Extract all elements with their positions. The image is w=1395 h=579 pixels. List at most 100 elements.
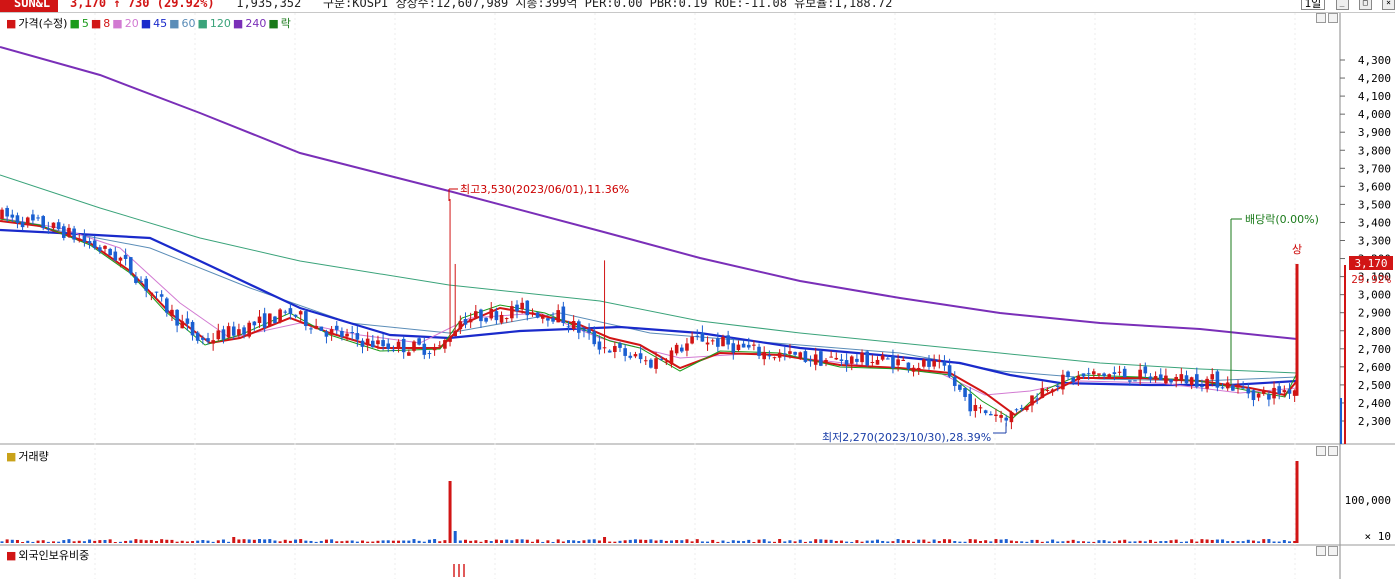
volume-bar [901,540,905,543]
volume-bar [1061,541,1065,543]
candle-body [927,359,931,367]
volume-bar [422,541,426,543]
candle-body [1045,389,1050,391]
candle-body [1195,374,1199,387]
period-selector[interactable]: 1일 [1300,0,1326,10]
candle-body [834,357,839,360]
stock-chart[interactable]: 4,300 4,200 4,100 4,000 3,900 3,800 3,700 3,600… [0,13,1395,579]
volume-bar [494,539,498,543]
volume-bar [1015,541,1019,543]
candle-body [510,306,514,319]
volume-bar [165,539,169,543]
candle-body [1019,407,1024,410]
y-tick-label: 4,200 [1358,72,1391,85]
legend-marker: ■ [6,17,17,30]
volume-bar [767,541,771,543]
volume-bar [155,541,158,543]
panel-close-icon[interactable] [1328,446,1338,456]
y-tick-label: 3,900 [1358,126,1391,139]
window-controls: 1일 _ □ × [1300,0,1395,11]
candle-body [489,308,494,319]
candle-body [515,304,519,312]
candle-body [525,300,530,316]
volume-bar [639,539,643,543]
restore-icon[interactable]: □ [1358,0,1372,10]
volume-bar [5,539,9,543]
candle-body [1241,387,1245,389]
volume-bar [1082,541,1085,543]
volume-bar [1148,539,1152,543]
volume-bar [57,541,61,543]
volume-bar [1195,541,1199,543]
volume-bar [391,540,395,543]
volume-bar [829,539,833,543]
candle-body [654,358,658,369]
volume-bar [778,539,782,543]
candle-body [1030,395,1034,406]
volume-bar [582,540,586,543]
candle-body [587,328,591,333]
candle-body [468,319,473,323]
candle-body [252,321,257,326]
candle-body [1102,373,1106,376]
candle-body [195,332,200,341]
volume-bar [500,540,504,543]
volume-bar [479,541,483,543]
panel-close-icon[interactable] [1328,546,1338,556]
volume-bar [1277,541,1281,543]
volume-bar [685,539,689,543]
volume-bar [706,541,710,543]
candle-body [1148,376,1153,380]
legend-marker: ■ [197,17,208,30]
minimize-icon[interactable]: _ [1335,0,1349,10]
candle-body [983,410,988,414]
volume-bar [258,539,261,543]
volume-bar [108,539,112,543]
volume-bar [865,540,869,543]
candle-body [448,338,452,342]
volume-bar [572,540,576,543]
candle-body [896,359,900,366]
candle-body [334,325,339,330]
candle-body [1267,394,1271,400]
candle-body [98,247,102,252]
candle-body [1133,380,1137,382]
candle-body [978,407,983,409]
candle-body [752,344,756,346]
volume-bar [870,540,874,543]
candle-body [262,313,267,328]
candle-body [1189,377,1194,386]
volume-bar [345,540,349,543]
volume-bar [721,540,725,543]
panel-minimize-icon[interactable] [1316,13,1326,23]
up-arrow-icon: ↑ [113,0,121,10]
volume-bar [659,539,663,543]
legend-item: 8 [103,17,111,30]
volume-bar [330,539,334,543]
candle-body [201,337,205,340]
volume-legend-label: 거래량 [18,450,49,463]
candle-body [1295,263,1299,396]
volume-bar [597,540,601,543]
candle-body [721,336,725,347]
candle-body [453,330,457,337]
candle-body [1055,385,1060,387]
panel-minimize-icon[interactable] [1316,446,1326,456]
volume-bar [633,539,637,543]
panel-close-icon[interactable] [1328,13,1338,23]
candle-body [592,331,597,345]
candle-body [638,353,643,360]
close-icon[interactable]: × [1382,0,1395,10]
candle-body [185,318,190,324]
volume-bar [1282,540,1286,543]
volume-bar [675,540,679,543]
volume-bar [695,539,699,543]
volume-bar [536,539,540,543]
candle-body [1231,385,1235,391]
panel-minimize-icon[interactable] [1316,546,1326,556]
candle-body [546,318,550,321]
volume-bar [433,539,437,543]
candle-body [1210,374,1215,380]
candle-body [56,222,61,230]
candle-body [849,356,854,364]
